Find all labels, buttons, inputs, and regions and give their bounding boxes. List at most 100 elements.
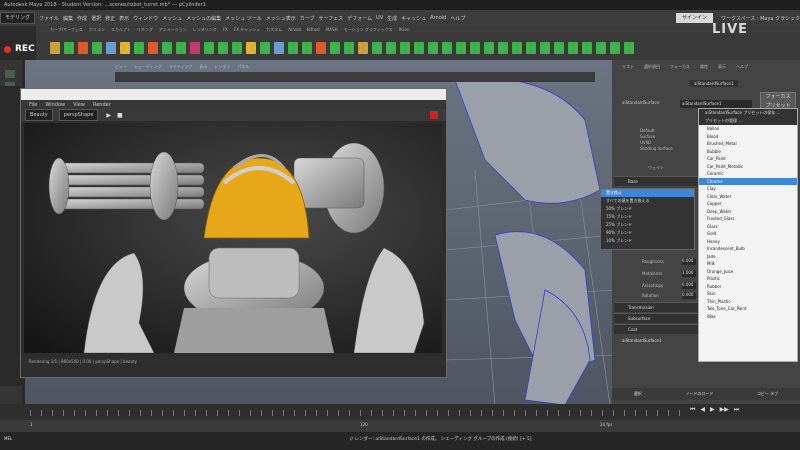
render-view-title-bar[interactable]: [21, 89, 446, 100]
shelf-tool-icon[interactable]: [596, 42, 606, 54]
attr-node-field[interactable]: aiStandardSurface1: [680, 100, 752, 108]
viewport-menu-renderer[interactable]: レンダラ: [214, 64, 230, 72]
shelf-tool-icon[interactable]: [50, 42, 60, 54]
attr-tab-show[interactable]: 表示: [718, 64, 726, 72]
signin-button[interactable]: サインイン: [675, 13, 713, 23]
shelf-tab[interactable]: FX キャッシュ: [234, 27, 260, 35]
menu-item-deform[interactable]: デフォーム: [347, 15, 372, 22]
shelf-tab[interactable]: アニメーション: [159, 27, 187, 35]
shelf-tool-icon[interactable]: [470, 42, 480, 54]
frame-start-field[interactable]: 1: [30, 422, 33, 427]
preset-item[interactable]: Ballon: [699, 125, 797, 133]
preset-item[interactable]: Car_Paint: [699, 155, 797, 163]
shelf-tool-icon[interactable]: [78, 42, 88, 54]
shelf-tab[interactable]: リギング: [137, 27, 153, 35]
shelf-tool-icon[interactable]: [540, 42, 550, 54]
frame-end-field[interactable]: 120: [360, 422, 368, 427]
shelf-tool-icon[interactable]: [274, 42, 284, 54]
shelf-tool-icon[interactable]: [568, 42, 578, 54]
workspace-selector[interactable]: モデリング: [0, 12, 36, 24]
shelf-tab[interactable]: レンダリング: [193, 27, 217, 35]
menu-item-mesh-display[interactable]: メッシュ表示: [266, 15, 296, 22]
preset-dropdown-header[interactable]: aiStandardSurface プリセットの保存 ... プリセットの管理 …: [699, 109, 797, 125]
menu-item-cache[interactable]: キャッシュ: [401, 15, 426, 22]
blend-option[interactable]: 90% ブレンド: [601, 229, 694, 237]
preset-item[interactable]: Milk: [699, 260, 797, 268]
shelf-tab[interactable]: スカルプト: [111, 27, 131, 35]
step-back-icon[interactable]: ◀: [700, 406, 705, 414]
menu-item-modify[interactable]: 修正: [105, 15, 115, 22]
shelf-tool-icon[interactable]: [218, 42, 228, 54]
shelf-tool-icon[interactable]: [624, 42, 634, 54]
preset-item[interactable]: Ceramic: [699, 170, 797, 178]
preset-item[interactable]: Thin_Plastic: [699, 298, 797, 306]
go-start-icon[interactable]: ⏮: [690, 406, 695, 414]
shelf-tool-icon[interactable]: [610, 42, 620, 54]
shelf-tool-icon[interactable]: [554, 42, 564, 54]
shelf-tool-icon[interactable]: [414, 42, 424, 54]
preset-item[interactable]: Brushed_Metal: [699, 140, 797, 148]
preset-item[interactable]: Frosted_Glass: [699, 215, 797, 223]
go-end-icon[interactable]: ⏭: [734, 406, 739, 414]
shelf-tool-icon[interactable]: [428, 42, 438, 54]
shelf-tool-icon[interactable]: [190, 42, 200, 54]
preset-item[interactable]: Bubble: [699, 148, 797, 156]
preset-item[interactable]: Deep_Water: [699, 208, 797, 216]
preset-item[interactable]: Car_Paint_Metallic: [699, 163, 797, 171]
preset-item[interactable]: Chrome: [699, 177, 797, 185]
shelf-tool-icon[interactable]: [484, 42, 494, 54]
shelf-tab[interactable]: Arnold: [288, 27, 301, 35]
shelf-tool-icon[interactable]: [400, 42, 410, 54]
blend-option[interactable]: 10% ブレンド: [601, 237, 694, 245]
copy-tab-button[interactable]: コピー タブ: [757, 391, 778, 397]
preset-item[interactable]: Honey: [699, 238, 797, 246]
menu-item-select[interactable]: 選択: [91, 15, 101, 22]
shelf-tab[interactable]: モーション グラフィックス: [344, 27, 393, 35]
blend-option[interactable]: 25% ブレンド: [601, 221, 694, 229]
blend-option[interactable]: 50% ブレンド: [601, 205, 694, 213]
menu-item-create[interactable]: 作成: [77, 15, 87, 22]
refresh-icon[interactable]: ▶: [106, 112, 111, 119]
load-node-button[interactable]: ノードのロード: [685, 391, 713, 397]
attr-tab-selected[interactable]: 選択項目: [644, 64, 660, 72]
preset-item[interactable]: Copper: [699, 200, 797, 208]
mel-label[interactable]: MEL: [4, 436, 12, 441]
viewport-menu-lighting[interactable]: ライティング: [169, 64, 193, 72]
section-coat[interactable]: Coat: [614, 324, 709, 334]
attr-tab-attributes[interactable]: 属性: [700, 64, 708, 72]
preset-item[interactable]: Orange_Juice: [699, 268, 797, 276]
shelf-tab[interactable]: ポリゴン: [89, 27, 105, 35]
shelf-tool-icon[interactable]: [120, 42, 130, 54]
shelf-tab[interactable]: カーブ/サーフェス: [50, 27, 83, 35]
shelf-tab[interactable]: カスタム: [266, 27, 282, 35]
play-icon[interactable]: ▶: [710, 406, 715, 414]
shelf-tool-icon[interactable]: [260, 42, 270, 54]
roughness-field[interactable]: 0.000: [682, 258, 696, 265]
time-slider[interactable]: [0, 404, 800, 420]
menu-item-windows[interactable]: ウィンドウ: [133, 15, 158, 22]
menu-item-edit[interactable]: 編集: [63, 15, 73, 22]
preset-item[interactable]: Jade: [699, 253, 797, 261]
fps-selector[interactable]: 24 fps: [600, 422, 612, 427]
camera-selector[interactable]: perspShape: [58, 109, 99, 121]
select-button[interactable]: 選択: [634, 391, 642, 397]
shelf-tool-icon[interactable]: [302, 42, 312, 54]
section-transmission[interactable]: Transmission: [614, 302, 709, 312]
shelf-tab[interactable]: XGen: [399, 27, 410, 35]
shelf-tool-icon[interactable]: [442, 42, 452, 54]
menu-item-mesh[interactable]: メッシュ: [162, 15, 182, 22]
shelf-tool-icon[interactable]: [288, 42, 298, 54]
shelf-tool-icon[interactable]: [582, 42, 592, 54]
metalness-field[interactable]: 1.000: [682, 270, 696, 277]
shelf-tab[interactable]: FX: [223, 27, 228, 35]
attr-tab-help[interactable]: ヘルプ: [736, 64, 748, 72]
shelf-tool-icon[interactable]: [176, 42, 186, 54]
preset-item[interactable]: Gold: [699, 230, 797, 238]
shelf-tool-icon[interactable]: [204, 42, 214, 54]
arnold-render-view[interactable]: File Window View Render Beauty perspShap…: [20, 88, 447, 378]
render-menu-view[interactable]: View: [73, 102, 85, 108]
menu-item-display[interactable]: 表示: [119, 15, 129, 22]
menu-item-edit-mesh[interactable]: メッシュの編集: [186, 15, 221, 22]
preset-item[interactable]: Clear_Water: [699, 193, 797, 201]
menu-item-uv[interactable]: UV: [376, 15, 383, 21]
